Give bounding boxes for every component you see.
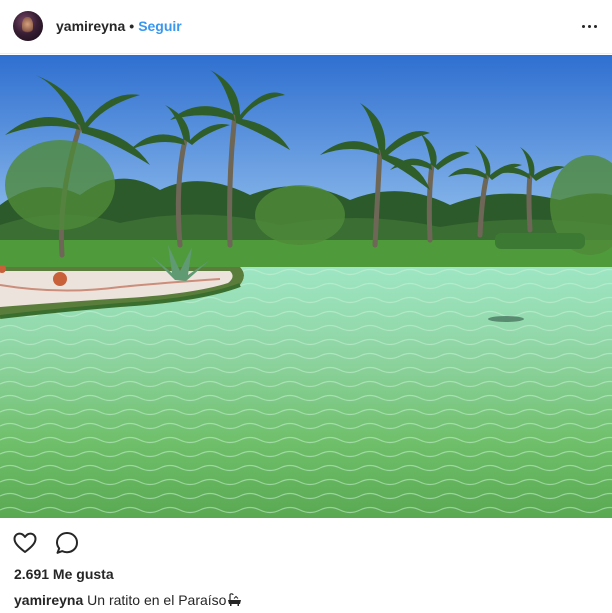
separator-dot: • [129, 18, 135, 34]
more-options-icon[interactable] [580, 17, 598, 35]
post-photo[interactable] [0, 55, 612, 518]
caption-text: Un ratito en el Paraíso [87, 592, 227, 608]
post-actions [12, 530, 80, 556]
post-header: yamireyna • Seguir [0, 0, 612, 54]
follow-button[interactable]: Seguir [138, 18, 182, 34]
avatar[interactable] [13, 11, 43, 41]
instagram-post: yamireyna • Seguir 2.691 Me gusta yamire… [0, 0, 612, 613]
caption-username[interactable]: yamireyna [14, 592, 83, 608]
username[interactable]: yamireyna [56, 18, 125, 34]
user-line: yamireyna • Seguir [56, 17, 182, 35]
caption: yamireyna Un ratito en el Paraíso [14, 591, 242, 609]
photo-illustration [0, 55, 612, 518]
likes-count[interactable]: 2.691 Me gusta [14, 565, 114, 583]
bathtub-emoji-icon [228, 593, 242, 606]
heart-icon[interactable] [12, 530, 38, 556]
comment-icon[interactable] [54, 530, 80, 556]
